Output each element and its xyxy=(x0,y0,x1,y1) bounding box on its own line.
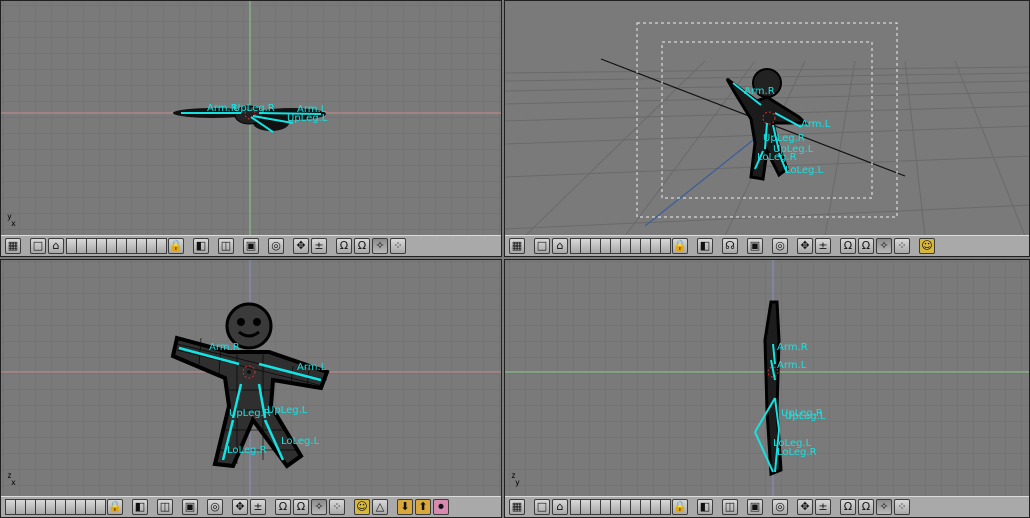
draw-type-icon[interactable]: ◫ xyxy=(218,238,234,254)
layer-buttons[interactable] xyxy=(570,238,671,254)
arrow-up-icon[interactable]: ⬆ xyxy=(415,499,431,515)
viewport-header: ▦ □ ⌂ 🔒 ◧ ☊ ▣ ◎ ✥ ± Ω Ω ✧ ⁘ ☺ xyxy=(505,235,1029,256)
bone-label: LoLeg.R xyxy=(227,445,267,456)
bone-label: Arm.L xyxy=(297,362,327,373)
warning-icon[interactable]: △ xyxy=(372,499,388,515)
camera-view-canvas[interactable] xyxy=(505,1,1030,236)
bone-label: Arm.R xyxy=(744,86,775,97)
home-icon[interactable]: ⌂ xyxy=(552,238,568,254)
bone-label: UpLeg.L xyxy=(785,411,826,422)
lock-icon[interactable]: 🔒 xyxy=(672,499,688,515)
sphere-icon[interactable]: ◎ xyxy=(772,499,788,515)
pivot-icon[interactable]: ◧ xyxy=(697,499,713,515)
record-icon[interactable]: ⏺ xyxy=(433,499,449,515)
bone-label: LoLeg.R xyxy=(757,152,797,163)
smiley-icon[interactable]: ☺ xyxy=(919,238,935,254)
move-icon[interactable]: ✥ xyxy=(797,499,813,515)
pivot-icon[interactable]: ◧ xyxy=(193,238,209,254)
scale-icon[interactable]: ⁘ xyxy=(894,238,910,254)
sphere-icon[interactable]: ◎ xyxy=(207,499,223,515)
bone-label: UpLeg.L xyxy=(267,405,308,416)
rotate-icon[interactable]: Ω xyxy=(354,238,370,254)
side-view-canvas[interactable] xyxy=(505,260,1030,496)
view-grid-icon[interactable]: ▦ xyxy=(509,238,525,254)
pivot-icon[interactable]: ◧ xyxy=(132,499,148,515)
move-icon[interactable]: ✥ xyxy=(232,499,248,515)
toggle-icon[interactable]: ± xyxy=(815,499,831,515)
viewport-header: ▦ □ ⌂ 🔒 ◧ ◫ ▣ ◎ ✥ ± Ω Ω ✧ ⁘ xyxy=(1,235,501,256)
sphere-icon[interactable]: ◎ xyxy=(772,238,788,254)
layer-buttons[interactable] xyxy=(5,499,106,515)
rotate-icon[interactable]: Ω xyxy=(293,499,309,515)
bone-label: LoLeg.L xyxy=(785,165,824,176)
smiley-icon[interactable]: ☺ xyxy=(354,499,370,515)
mode-icon[interactable]: ▣ xyxy=(182,499,198,515)
bone-label: LoLeg.R xyxy=(777,447,817,458)
scale-icon[interactable]: ⁘ xyxy=(390,238,406,254)
scale-icon[interactable]: ⁘ xyxy=(329,499,345,515)
lock-icon[interactable]: 🔒 xyxy=(107,499,123,515)
viewport-header: 🔒 ◧ ◫ ▣ ◎ ✥ ± Ω Ω ✧ ⁘ ☺ △ ⬇ ⬆ ⏺ xyxy=(1,496,501,517)
bone-label: LoLeg.L xyxy=(281,436,320,447)
toggle-icon[interactable]: ± xyxy=(815,238,831,254)
top-view-canvas[interactable] xyxy=(1,1,502,236)
axis-widget: y x xyxy=(7,212,16,228)
arrow-down-icon[interactable]: ⬇ xyxy=(397,499,413,515)
snap-icon[interactable]: ✧ xyxy=(372,238,388,254)
layer-toggle-icon[interactable]: □ xyxy=(30,238,46,254)
home-icon[interactable]: ⌂ xyxy=(552,499,568,515)
viewport-side[interactable]: Arm.R Arm.L UpLeg.R UpLeg.L LoLeg.L LoLe… xyxy=(504,259,1030,518)
sphere-icon[interactable]: ◎ xyxy=(268,238,284,254)
viewport-header: ▦ □ ⌂ 🔒 ◧ ◫ ▣ ◎ ✥ ± Ω Ω ✧ ⁘ xyxy=(505,496,1029,517)
rotate-icon[interactable]: Ω xyxy=(275,499,291,515)
lock-icon[interactable]: 🔒 xyxy=(168,238,184,254)
layer-buttons[interactable] xyxy=(570,499,671,515)
lock-icon[interactable]: 🔒 xyxy=(672,238,688,254)
viewport-camera[interactable]: Arm.R Arm.L UpLeg.R UpLeg.L LoLeg.R LoLe… xyxy=(504,0,1030,257)
bone-label: Arm.L xyxy=(801,119,831,130)
axis-widget: z x xyxy=(7,471,16,487)
draw-type-icon[interactable]: ◫ xyxy=(722,499,738,515)
rotate-icon[interactable]: Ω xyxy=(336,238,352,254)
pivot-icon[interactable]: ◧ xyxy=(697,238,713,254)
rotate-icon[interactable]: Ω xyxy=(840,238,856,254)
rotate-icon[interactable]: Ω xyxy=(858,499,874,515)
scale-icon[interactable]: ⁘ xyxy=(894,499,910,515)
rotate-icon[interactable]: Ω xyxy=(858,238,874,254)
move-icon[interactable]: ✥ xyxy=(293,238,309,254)
mode-icon[interactable]: ▣ xyxy=(747,499,763,515)
bone-label: Arm.R xyxy=(777,342,808,353)
layer-toggle-icon[interactable]: □ xyxy=(534,499,550,515)
viewport-front[interactable]: Arm.R Arm.L UpLeg.R UpLeg.L LoLeg.R LoLe… xyxy=(0,259,502,518)
axis-widget: z y xyxy=(511,471,520,487)
snap-icon[interactable]: ✧ xyxy=(311,499,327,515)
view-grid-icon[interactable]: ▦ xyxy=(509,499,525,515)
snap-icon[interactable]: ✧ xyxy=(876,499,892,515)
layer-toggle-icon[interactable]: □ xyxy=(534,238,550,254)
mode-icon[interactable]: ▣ xyxy=(747,238,763,254)
move-icon[interactable]: ✥ xyxy=(797,238,813,254)
toggle-icon[interactable]: ± xyxy=(311,238,327,254)
bone-label: UpLeg.L xyxy=(287,113,328,124)
viewport-top[interactable]: Arm.R UpLeg.R Arm.L UpLeg.L y x ▦ □ ⌂ 🔒 … xyxy=(0,0,502,257)
toggle-icon[interactable]: ± xyxy=(250,499,266,515)
bone-label: UpLeg.R xyxy=(763,133,805,144)
bone-label: UpLeg.R xyxy=(233,103,275,114)
layer-buttons[interactable] xyxy=(66,238,167,254)
mode-icon[interactable]: ▣ xyxy=(243,238,259,254)
bone-label: Arm.L xyxy=(777,360,807,371)
draw-type-icon[interactable]: ◫ xyxy=(157,499,173,515)
view-grid-icon[interactable]: ▦ xyxy=(5,238,21,254)
draw-type-icon[interactable]: ☊ xyxy=(722,238,738,254)
home-icon[interactable]: ⌂ xyxy=(48,238,64,254)
bone-label: Arm.R xyxy=(209,342,240,353)
snap-icon[interactable]: ✧ xyxy=(876,238,892,254)
front-view-canvas[interactable] xyxy=(1,260,502,496)
rotate-icon[interactable]: Ω xyxy=(840,499,856,515)
bone-label: UpLeg.R xyxy=(229,408,271,419)
